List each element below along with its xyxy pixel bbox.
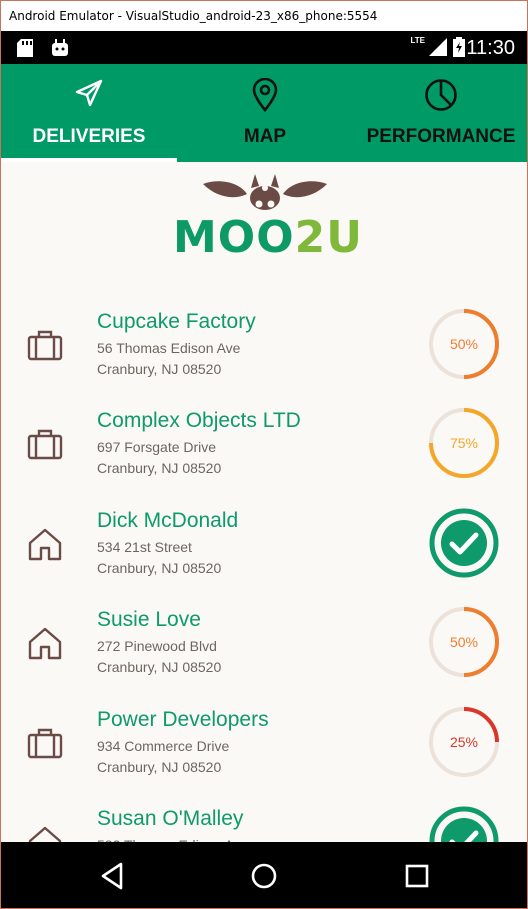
home-icon[interactable] bbox=[246, 858, 282, 894]
progress-label: 50% bbox=[450, 634, 478, 650]
delivery-city: Cranbury, NJ 08520 bbox=[97, 361, 222, 377]
house-icon bbox=[27, 527, 63, 561]
delivery-name: Cupcake Factory bbox=[97, 310, 256, 333]
briefcase-icon bbox=[27, 427, 63, 461]
android-debug-icon bbox=[51, 39, 69, 62]
tab-deliveries[interactable]: DELIVERIES bbox=[1, 64, 177, 162]
progress-ring: 25% bbox=[429, 706, 499, 777]
delivery-street: 934 Commerce Drive bbox=[97, 737, 230, 754]
progress-label: 75% bbox=[450, 435, 478, 451]
delivery-street: 272 Pinewood Blvd bbox=[97, 638, 217, 655]
deliveries-list[interactable]: MOO2U Cupcake Factory 56 Thomas Edison Av… bbox=[1, 162, 527, 842]
progress-ring: 50% bbox=[429, 607, 499, 678]
complete-check-indicator bbox=[429, 508, 499, 578]
logo-text-2u: 2U bbox=[294, 212, 363, 263]
map-pin-icon bbox=[250, 77, 280, 117]
tab-label: PERFORMANCE bbox=[366, 126, 516, 147]
pie-chart-icon bbox=[424, 78, 458, 117]
tab-label: MAP bbox=[243, 126, 287, 147]
recent-apps-icon[interactable] bbox=[399, 858, 435, 894]
tab-performance[interactable]: PERFORMANCE bbox=[353, 64, 527, 162]
delivery-item[interactable]: Complex Objects LTD 697 Forsgate Drive Cra… bbox=[1, 391, 527, 490]
logo-text-moo: MOO bbox=[173, 212, 295, 263]
progress-ring: 50% bbox=[429, 309, 499, 379]
delivery-street: 697 Forsgate Drive bbox=[97, 439, 217, 456]
delivery-city: Cranbury, NJ 08520 bbox=[97, 758, 222, 775]
delivery-item[interactable]: Susan O'Malley582 Thomas Edison AveCranb… bbox=[1, 789, 527, 842]
complete-check-indicator bbox=[429, 806, 499, 842]
delivery-item[interactable]: Cupcake Factory 56 Thomas Edison Ave Cranb… bbox=[1, 292, 527, 391]
house-icon bbox=[27, 626, 63, 660]
delivery-name: Complex Objects LTD bbox=[97, 409, 301, 433]
battery-icon bbox=[453, 37, 465, 62]
check-badge bbox=[441, 818, 487, 842]
back-icon[interactable] bbox=[95, 858, 131, 894]
status-bar: LTE 11:30 bbox=[1, 31, 527, 64]
tab-map[interactable]: MAP bbox=[177, 64, 353, 162]
house-icon bbox=[27, 825, 63, 842]
clock: 11:30 bbox=[466, 37, 515, 59]
tab-bar: DELIVERIES MAP PERFORMANCE bbox=[1, 64, 527, 162]
system-nav-bar bbox=[1, 842, 527, 908]
delivery-item[interactable]: Susie Love 272 Pinewood Blvd Cranbury, NJ … bbox=[1, 590, 527, 689]
window-title: Android Emulator - VisualStudio_android-… bbox=[9, 9, 378, 23]
check-badge bbox=[441, 519, 487, 566]
send-icon bbox=[74, 78, 104, 113]
delivery-name: Dick McDonald bbox=[97, 508, 239, 532]
delivery-item[interactable]: Dick McDonald 534 21st Street Cranbury, NJ… bbox=[1, 491, 527, 590]
emulator-screen: LTE 11:30 DELIVERIES MAP PERFORMANCE MOO… bbox=[0, 31, 528, 909]
delivery-name: Susie Love bbox=[97, 608, 201, 632]
progress-label: 25% bbox=[450, 734, 478, 750]
app-logo: MOO2U bbox=[173, 174, 362, 262]
signal-icon bbox=[429, 38, 447, 61]
delivery-street: 534 21st Street bbox=[97, 538, 192, 555]
progress-ring: 75% bbox=[429, 408, 499, 479]
network-type: LTE bbox=[410, 36, 425, 45]
delivery-city: Cranbury, NJ 08520 bbox=[97, 460, 222, 477]
window-title-bar: Android Emulator - VisualStudio_android-… bbox=[0, 0, 528, 31]
delivery-street: 56 Thomas Edison Ave bbox=[97, 340, 241, 356]
sd-card-icon bbox=[17, 39, 33, 62]
delivery-city: Cranbury, NJ 08520 bbox=[97, 659, 222, 676]
briefcase-icon bbox=[27, 726, 63, 760]
logo-wordmark: MOO2U bbox=[173, 212, 362, 263]
delivery-name: Power Developers bbox=[97, 707, 269, 731]
delivery-item[interactable]: Power Developers 934 Commerce Drive Cranbu… bbox=[1, 690, 527, 789]
delivery-city: Cranbury, NJ 08520 bbox=[97, 559, 222, 576]
briefcase-icon bbox=[27, 328, 63, 362]
progress-label: 50% bbox=[450, 336, 478, 352]
tab-label: DELIVERIES bbox=[32, 126, 146, 147]
delivery-name: Susan O'Malley bbox=[97, 807, 244, 830]
